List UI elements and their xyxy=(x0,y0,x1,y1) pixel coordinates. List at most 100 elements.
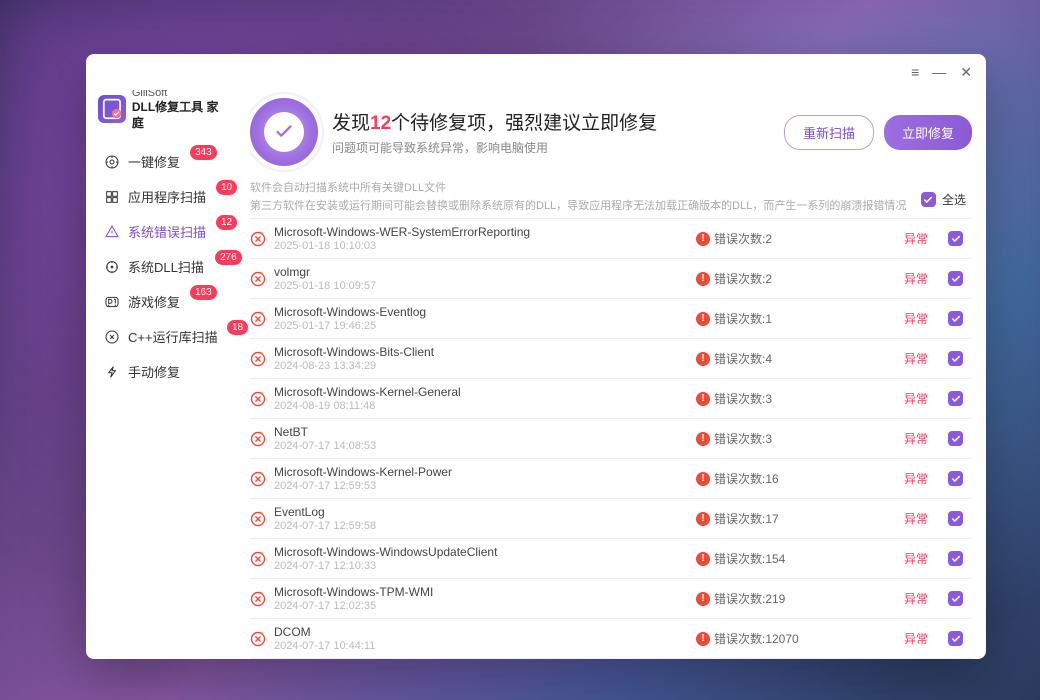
nav-label: 手动修复 xyxy=(128,362,180,381)
list-header: 全选 xyxy=(250,191,972,212)
app-window: ≡ — ✕ GiliSoft DLL修复工具 家庭 一键修复343 应用程序扫描 1… xyxy=(86,54,986,659)
row-name: DCOM xyxy=(274,625,688,639)
row-timestamp: 2024-07-17 14:08:53 xyxy=(274,440,688,452)
alert-icon: ! xyxy=(696,352,710,366)
table-row[interactable]: volmgr 2025-01-18 10:09:57 ! 错误次数:2 异常 xyxy=(250,258,972,298)
row-timestamp: 2024-08-23 13:34:29 xyxy=(274,360,688,372)
table-row[interactable]: DCOM 2024-07-17 10:44:11 ! 错误次数:12070 异常 xyxy=(250,618,972,658)
row-name: Microsoft-Windows-WER-SystemErrorReporti… xyxy=(274,225,688,239)
row-timestamp: 2024-07-17 12:02:35 xyxy=(274,600,688,612)
nav-icon xyxy=(104,259,120,275)
sidebar-item-1[interactable]: 应用程序扫描 10 xyxy=(98,180,244,213)
alert-icon: ! xyxy=(696,632,710,646)
sidebar-item-5[interactable]: C++运行库扫描18 xyxy=(98,320,244,353)
table-row[interactable]: Microsoft-Windows-Bits-Client 2024-08-23… xyxy=(250,338,972,378)
sidebar-item-6[interactable]: 手动修复 xyxy=(98,355,244,388)
sidebar-item-2[interactable]: 系统错误扫描12 xyxy=(98,215,244,248)
row-status: 异常 xyxy=(904,310,940,327)
row-checkbox[interactable] xyxy=(948,271,963,286)
row-checkbox[interactable] xyxy=(948,311,963,326)
row-status: 异常 xyxy=(904,590,940,607)
row-checkbox[interactable] xyxy=(948,431,963,446)
nav-badge: 163 xyxy=(190,285,217,300)
row-timestamp: 2025-01-18 10:09:57 xyxy=(274,280,688,292)
row-checkbox[interactable] xyxy=(948,631,963,646)
alert-icon: ! xyxy=(696,592,710,606)
row-status: 异常 xyxy=(904,510,940,527)
nav-label: 系统错误扫描 xyxy=(128,222,206,241)
nav-label: 应用程序扫描 xyxy=(128,187,206,206)
row-name: Microsoft-Windows-Kernel-General xyxy=(274,385,688,399)
row-timestamp: 2024-07-17 12:59:58 xyxy=(274,520,688,532)
nav-label: C++运行库扫描 xyxy=(128,327,218,346)
row-error-count: ! 错误次数:16 xyxy=(696,470,896,487)
row-timestamp: 2024-07-17 10:44:11 xyxy=(274,640,688,652)
table-row[interactable]: Microsoft-Windows-Kernel-Power 2024-07-1… xyxy=(250,458,972,498)
row-timestamp: 2024-07-17 12:59:53 xyxy=(274,480,688,492)
sidebar-item-4[interactable]: 游戏修复 163 xyxy=(98,285,244,318)
row-name: Microsoft-Windows-Bits-Client xyxy=(274,345,688,359)
row-status: 异常 xyxy=(904,230,940,247)
row-name: volmgr xyxy=(274,265,688,279)
row-error-count: ! 错误次数:154 xyxy=(696,550,896,567)
titlebar: ≡ — ✕ xyxy=(86,54,986,90)
table-row[interactable]: Microsoft-Windows-Kernel-General 2024-08… xyxy=(250,378,972,418)
row-error-count: ! 错误次数:4 xyxy=(696,350,896,367)
row-error-count: ! 错误次数:2 xyxy=(696,270,896,287)
menu-icon[interactable]: ≡ xyxy=(911,65,918,79)
row-name: NetBT xyxy=(274,425,688,439)
close-button[interactable]: ✕ xyxy=(960,65,972,79)
row-checkbox[interactable] xyxy=(948,351,963,366)
row-timestamp: 2024-07-17 12:10:33 xyxy=(274,560,688,572)
table-row[interactable]: NetBT 2024-07-17 14:08:53 ! 错误次数:3 异常 xyxy=(250,418,972,458)
alert-icon: ! xyxy=(696,232,710,246)
nav-list: 一键修复343 应用程序扫描 10 系统错误扫描12系统DLL扫描276 游戏修复 163… xyxy=(98,145,244,388)
brand-name: GiliSoft xyxy=(132,90,244,100)
table-row[interactable]: Service Control Manager 2024-07-17 10:42… xyxy=(250,658,972,659)
sidebar-item-3[interactable]: 系统DLL扫描276 xyxy=(98,250,244,283)
alert-icon: ! xyxy=(696,472,710,486)
row-checkbox[interactable] xyxy=(948,551,963,566)
row-name: EventLog xyxy=(274,505,688,519)
row-error-count: ! 错误次数:219 xyxy=(696,590,896,607)
nav-badge: 10 xyxy=(216,180,237,195)
table-row[interactable]: EventLog 2024-07-17 12:59:58 ! 错误次数:17 异… xyxy=(250,498,972,538)
row-error-count: ! 错误次数:2 xyxy=(696,230,896,247)
nav-icon xyxy=(104,294,120,310)
select-all-checkbox[interactable] xyxy=(921,192,936,207)
minimize-button[interactable]: — xyxy=(932,65,946,79)
row-status: 异常 xyxy=(904,550,940,567)
row-status: 异常 xyxy=(904,430,940,447)
row-name: Microsoft-Windows-Eventlog xyxy=(274,305,688,319)
nav-icon xyxy=(104,329,120,345)
rescan-button[interactable]: 重新扫描 xyxy=(784,115,874,150)
fix-now-button[interactable]: 立即修复 xyxy=(884,115,972,150)
main-panel: 发现12个待修复项，强烈建议立即修复 问题项可能导致系统异常，影响电脑使用 重新… xyxy=(250,90,986,659)
error-list[interactable]: Microsoft-Windows-WER-SystemErrorReporti… xyxy=(250,218,972,659)
table-row[interactable]: Microsoft-Windows-WindowsUpdateClient 20… xyxy=(250,538,972,578)
hero: 发现12个待修复项，强烈建议立即修复 问题项可能导致系统异常，影响电脑使用 重新… xyxy=(250,90,972,180)
alert-icon: ! xyxy=(696,312,710,326)
error-x-icon xyxy=(250,511,266,527)
nav-icon xyxy=(104,154,120,170)
sidebar-item-0[interactable]: 一键修复343 xyxy=(98,145,244,178)
row-timestamp: 2025-01-18 10:10:03 xyxy=(274,240,688,252)
row-status: 异常 xyxy=(904,630,940,647)
nav-label: 一键修复 xyxy=(128,152,180,171)
row-checkbox[interactable] xyxy=(948,511,963,526)
error-x-icon xyxy=(250,391,266,407)
nav-label: 游戏修复 xyxy=(128,292,180,311)
app-logo: GiliSoft DLL修复工具 家庭 xyxy=(98,90,244,131)
table-row[interactable]: Microsoft-Windows-WER-SystemErrorReporti… xyxy=(250,218,972,258)
table-row[interactable]: Microsoft-Windows-TPM-WMI 2024-07-17 12:… xyxy=(250,578,972,618)
row-status: 异常 xyxy=(904,470,940,487)
row-timestamp: 2025-01-17 19:46:25 xyxy=(274,320,688,332)
row-checkbox[interactable] xyxy=(948,471,963,486)
row-error-count: ! 错误次数:12070 xyxy=(696,630,896,647)
nav-badge: 18 xyxy=(227,320,248,335)
row-checkbox[interactable] xyxy=(948,391,963,406)
table-row[interactable]: Microsoft-Windows-Eventlog 2025-01-17 19… xyxy=(250,298,972,338)
row-checkbox[interactable] xyxy=(948,591,963,606)
row-status: 异常 xyxy=(904,350,940,367)
row-checkbox[interactable] xyxy=(948,231,963,246)
